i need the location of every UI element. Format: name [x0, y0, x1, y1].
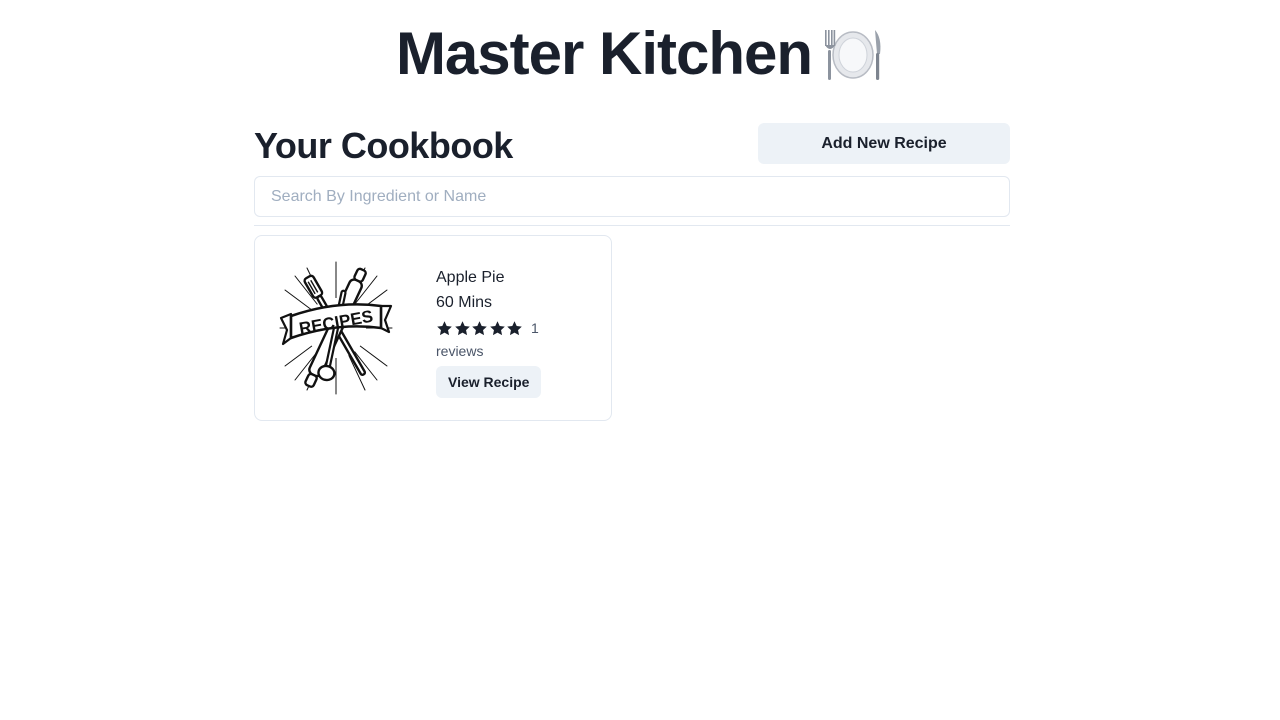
page-title: Your Cookbook — [254, 125, 513, 166]
view-recipe-button[interactable]: View Recipe — [436, 366, 542, 398]
search-input[interactable] — [254, 176, 1010, 217]
divider — [254, 225, 1010, 226]
recipe-card: RECIPES Apple Pie 60 Mins 1 reviews View… — [254, 235, 612, 421]
review-count: 1 — [530, 320, 539, 336]
add-new-recipe-button[interactable]: Add New Recipe — [758, 123, 1010, 164]
star-icon — [489, 320, 505, 335]
cookbook-section: Your Cookbook Add New Recipe Search By I… — [254, 122, 1010, 421]
recipe-time: 60 Mins — [436, 294, 493, 311]
recipes-banner-illustration: RECIPES — [277, 260, 395, 396]
cookbook-header: Your Cookbook Add New Recipe — [254, 122, 1010, 166]
star-icon — [507, 320, 523, 335]
star-icon — [472, 320, 487, 335]
star-icon — [454, 320, 470, 335]
star-icon — [437, 320, 452, 335]
fork-knife-plate-icon — [822, 24, 884, 81]
star-rating: 1 — [436, 317, 541, 339]
recipe-card-body: Apple Pie 60 Mins 1 reviews View Recipe — [436, 266, 542, 398]
app-title: Master Kitchen — [0, 16, 1280, 92]
app-title-text: Master Kitchen — [395, 20, 813, 87]
recipe-name: Apple Pie — [436, 269, 505, 286]
stars — [436, 320, 524, 337]
reviews-label: reviews — [436, 343, 484, 359]
